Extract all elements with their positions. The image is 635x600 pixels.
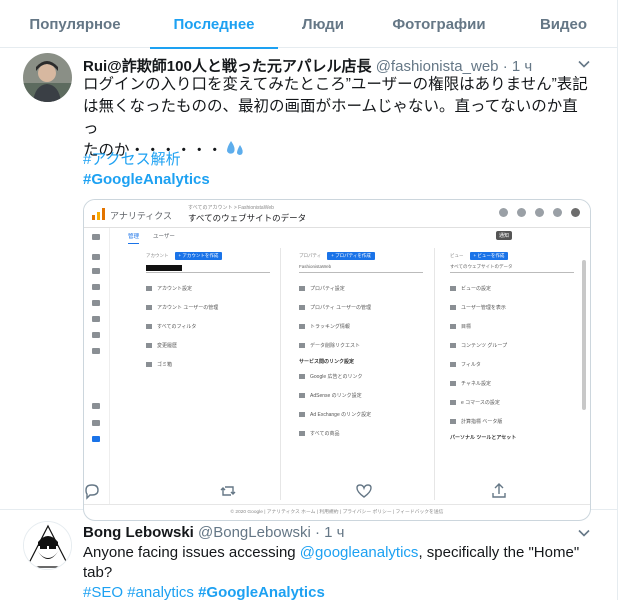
heart-icon[interactable] (355, 482, 373, 500)
hashtag-link[interactable]: #SEO (83, 584, 123, 600)
ga-view-column: ビュー + ビューを作成 すべてのウェブサイトのデータ ビューの設定 ユーザー管理… (450, 252, 574, 443)
ga-sidebar (84, 228, 110, 504)
redacted-account (146, 265, 182, 271)
tweet-header: Rui@詐欺師100人と戦った元アパレル店長 @fashionista_web … (83, 55, 532, 76)
ga-tabs: 管理 ユーザー (128, 232, 175, 244)
ga-header: アナリティクス すべてのアカウント > FashionistaWeb すべてのウ… (84, 200, 590, 228)
author-handle[interactable]: @BongLebowski (198, 524, 311, 541)
tab-popular[interactable]: Популярное (0, 0, 150, 48)
tab-photos[interactable]: Фотографии (368, 0, 510, 48)
flag-icon (92, 348, 100, 354)
hashtag-link[interactable]: #アクセス解析 (83, 150, 210, 170)
hashtag-link[interactable]: #analytics (127, 584, 194, 600)
tweet-text: Anyone facing issues accessing @googlean… (83, 544, 580, 600)
hashtag-link[interactable]: #GoogleAnalytics (83, 170, 210, 190)
tweet-image[interactable]: アナリティクス すべてのアカウント > FashionistaWeb すべてのウ… (83, 199, 591, 521)
ga-view-name: すべてのウェブサイトのデータ (188, 213, 307, 223)
column-border (617, 0, 618, 600)
search-icon (92, 234, 100, 240)
ga-account-column: アカウント + アカウントを作成 アカウント設定 アカウント ユーザーの管理 すべ… (146, 252, 270, 374)
author-name[interactable]: Rui@詐欺師100人と戦った元アパレル店長 (83, 58, 372, 75)
hashtag-link[interactable]: #GoogleAnalytics (198, 584, 325, 600)
acquisition-icon (92, 316, 100, 322)
author-name[interactable]: Bong Lebowski (83, 524, 194, 541)
mention-link[interactable]: @googleanalytics (300, 544, 419, 561)
analytics-logo-icon (92, 208, 105, 220)
bell-icon (499, 208, 508, 217)
tweet-actions (83, 482, 523, 502)
clock-icon (92, 284, 100, 290)
ga-divider (280, 248, 281, 500)
tweet[interactable]: Bong Lebowski @BongLebowski · 1 ч Anyone… (0, 511, 617, 600)
tweet[interactable]: Rui@詐欺師100人と戦った元アパレル店長 @fashionista_web … (0, 49, 617, 521)
ga-breadcrumb: すべてのアカウント > FashionistaWeb (188, 205, 274, 211)
chevron-down-icon[interactable] (577, 57, 591, 71)
home-icon (92, 254, 100, 260)
tab-videos[interactable]: Видео (510, 0, 617, 48)
behavior-icon (92, 332, 100, 338)
lightbulb-icon (92, 420, 100, 426)
tweet-text: ログインの入り口を変えてみたところ”ユーザーの権限はありません”表記 は無くなっ… (83, 76, 588, 159)
sweat-droplets-icon (226, 141, 243, 155)
tab-latest[interactable]: Последнее (150, 0, 278, 49)
avatar[interactable] (23, 521, 72, 570)
ga-header-icons (499, 208, 580, 217)
ga-app-name: アナリティクス (110, 211, 173, 221)
help-icon (535, 208, 544, 217)
share-icon[interactable] (490, 482, 508, 500)
ga-tab-admin: 管理 (128, 232, 140, 244)
account-avatar-icon (571, 208, 580, 217)
link-icon (92, 403, 100, 409)
hashtags: #アクセス解析 #GoogleAnalytics (83, 150, 210, 190)
ga-tooltip: 通知 (496, 231, 513, 240)
more-icon (553, 208, 562, 217)
ga-property-column: プロパティ + プロパティを作成 FashionistaWeb プロパティ設定 プ… (299, 252, 423, 443)
gear-icon (92, 436, 100, 442)
author-handle[interactable]: @fashionista_web (376, 58, 499, 75)
tab-people[interactable]: Люди (278, 0, 368, 48)
ga-tab-user: ユーザー (153, 234, 175, 240)
tweet-time[interactable]: · 1 ч (315, 524, 345, 541)
chevron-down-icon[interactable] (577, 526, 591, 540)
person-icon (92, 300, 100, 306)
tweet-time[interactable]: · 1 ч (503, 58, 533, 75)
apps-icon (517, 208, 526, 217)
ga-divider (434, 248, 435, 500)
reply-icon[interactable] (83, 482, 101, 500)
ga-scrollbar (582, 260, 586, 410)
retweet-icon[interactable] (219, 482, 237, 500)
avatar[interactable] (23, 53, 72, 102)
search-tabs: Популярное Последнее Люди Фотографии Вид… (0, 0, 617, 49)
tweet-header: Bong Lebowski @BongLebowski · 1 ч (83, 524, 344, 541)
dashboard-icon (92, 268, 100, 274)
